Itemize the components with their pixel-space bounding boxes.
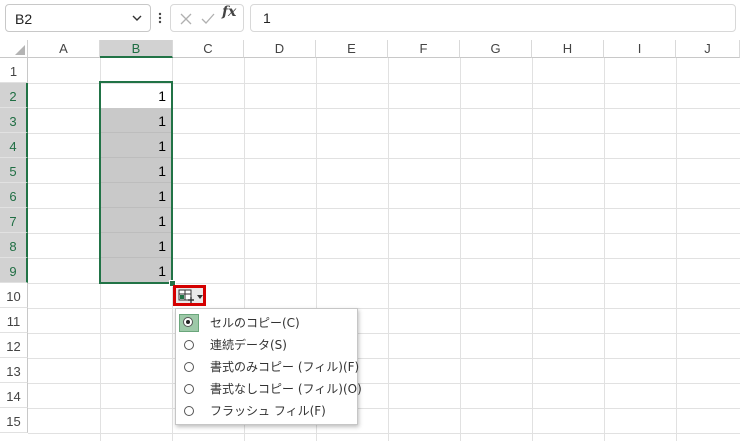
menu-item-fill-formatting-only[interactable]: 書式のみコピー (フィル)(F) bbox=[176, 356, 359, 378]
column-header-b[interactable]: B bbox=[100, 40, 173, 58]
row-header-15[interactable]: 15 bbox=[0, 408, 28, 433]
autofill-options-button[interactable] bbox=[173, 285, 206, 306]
menu-item-fill-series[interactable]: 連続データ(S) bbox=[176, 334, 357, 356]
column-header-e[interactable]: E bbox=[316, 40, 388, 58]
row-header-10[interactable]: 10 bbox=[0, 283, 28, 308]
row-header-14[interactable]: 14 bbox=[0, 383, 28, 408]
column-header-h[interactable]: H bbox=[532, 40, 604, 58]
radio-icon bbox=[184, 340, 194, 350]
row-header-6[interactable]: 6 bbox=[0, 183, 28, 208]
cell-b7[interactable]: 1 bbox=[100, 208, 172, 233]
chevron-down-icon[interactable] bbox=[130, 9, 144, 27]
cancel-icon[interactable] bbox=[177, 10, 195, 28]
worksheet-grid: A B C D E F G H I J 1 2 3 4 5 6 7 8 9 10… bbox=[0, 40, 740, 441]
column-header-a[interactable]: A bbox=[28, 40, 100, 58]
menu-item-copy-cells[interactable]: セルのコピー(C) bbox=[176, 312, 357, 334]
row-header-1[interactable]: 1 bbox=[0, 58, 28, 83]
column-header-j[interactable]: J bbox=[676, 40, 740, 58]
enter-check-icon[interactable] bbox=[199, 10, 217, 28]
row-header-12[interactable]: 12 bbox=[0, 333, 28, 358]
row-header-9[interactable]: 9 bbox=[0, 258, 28, 283]
radio-selected-icon bbox=[183, 317, 193, 327]
formula-bar: B2 fx 1 bbox=[0, 0, 740, 40]
column-header-g[interactable]: G bbox=[460, 40, 532, 58]
autofill-options-menu: セルのコピー(C) 連続データ(S) 書式のみコピー (フィル)(F) 書式なし… bbox=[175, 308, 362, 425]
row-header-5[interactable]: 5 bbox=[0, 158, 28, 183]
row-header-8[interactable]: 8 bbox=[0, 233, 28, 258]
cell-b6[interactable]: 1 bbox=[100, 183, 172, 208]
row-header-4[interactable]: 4 bbox=[0, 133, 28, 158]
cell-b5[interactable]: 1 bbox=[100, 158, 172, 183]
menu-item-flash-fill[interactable]: フラッシュ フィル(F) bbox=[176, 400, 357, 422]
row-header-3[interactable]: 3 bbox=[0, 108, 28, 133]
radio-icon bbox=[184, 406, 194, 416]
radio-icon bbox=[184, 362, 194, 372]
row-header-13[interactable]: 13 bbox=[0, 358, 28, 383]
formula-value: 1 bbox=[263, 10, 271, 26]
cell-b8[interactable]: 1 bbox=[100, 233, 172, 258]
cell-b4[interactable]: 1 bbox=[100, 133, 172, 158]
insert-function-icon[interactable]: fx bbox=[222, 4, 236, 20]
name-box[interactable]: B2 bbox=[5, 4, 151, 32]
row-header-7[interactable]: 7 bbox=[0, 208, 28, 233]
cell-b3[interactable]: 1 bbox=[100, 108, 172, 133]
more-options-icon[interactable] bbox=[157, 9, 163, 27]
formula-input[interactable]: 1 bbox=[250, 4, 736, 32]
name-box-value: B2 bbox=[15, 11, 33, 27]
autofill-options-icon bbox=[178, 289, 203, 303]
select-all-corner[interactable] bbox=[0, 40, 28, 58]
menu-item-fill-without-formatting[interactable]: 書式なしコピー (フィル)(O) bbox=[176, 378, 362, 400]
radio-icon bbox=[184, 384, 194, 394]
cell-b2[interactable]: 1 bbox=[100, 83, 172, 108]
column-header-i[interactable]: I bbox=[604, 40, 676, 58]
column-header-f[interactable]: F bbox=[388, 40, 460, 58]
row-header-11[interactable]: 11 bbox=[0, 308, 28, 333]
row-header-2[interactable]: 2 bbox=[0, 83, 28, 108]
cell-b9[interactable]: 1 bbox=[100, 258, 172, 283]
column-header-c[interactable]: C bbox=[173, 40, 244, 58]
column-header-d[interactable]: D bbox=[244, 40, 316, 58]
